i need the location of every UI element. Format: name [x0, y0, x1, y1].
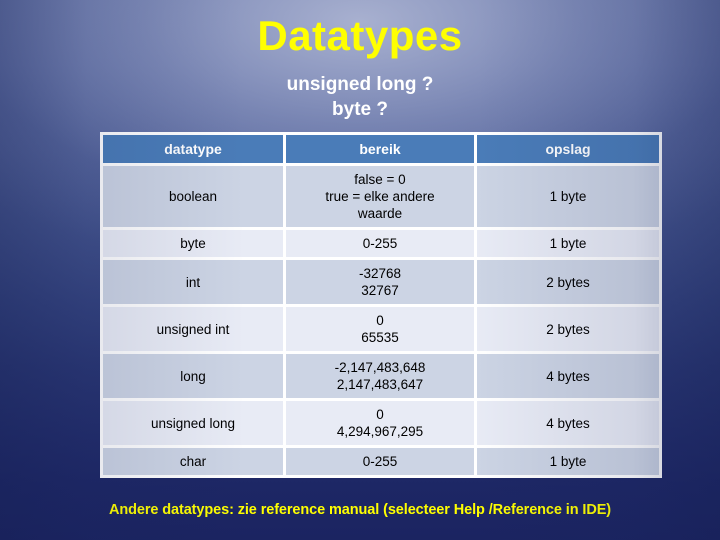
slide-canvas: Datatypes unsigned long ? byte ? datatyp… — [0, 0, 720, 540]
bereik-line: 0 — [376, 407, 384, 422]
bereik-line: false = 0 — [354, 172, 406, 187]
table-header-row: datatype bereik opslag — [103, 135, 659, 163]
cell-opslag: 1 byte — [477, 166, 659, 227]
bereik-line: true = elke andere — [325, 189, 435, 204]
cell-datatype: int — [103, 260, 283, 304]
column-header-datatype: datatype — [103, 135, 283, 163]
table-row: unsigned long 0 4,294,967,295 4 bytes — [103, 401, 659, 445]
table-header: datatype bereik opslag — [103, 135, 659, 163]
subtitle-line-2: byte ? — [332, 99, 388, 120]
slide-subtitle: unsigned long ? byte ? — [0, 72, 720, 122]
footer-note: Andere datatypes: zie reference manual (… — [108, 502, 611, 518]
cell-datatype: byte — [103, 230, 283, 257]
bereik-line: waarde — [357, 206, 403, 221]
cell-datatype: unsigned long — [103, 401, 283, 445]
table-row: int -32768 32767 2 bytes — [103, 260, 659, 304]
cell-datatype: char — [103, 448, 283, 475]
bereik-line: 0 — [376, 313, 384, 328]
cell-bereik: false = 0 true = elke andere waarde — [286, 166, 474, 227]
cell-datatype: unsigned int — [103, 307, 283, 351]
subtitle-line-1: unsigned long ? — [286, 74, 434, 95]
bereik-line: 65535 — [361, 330, 399, 345]
cell-bereik: -32768 32767 — [286, 260, 474, 304]
cell-bereik: -2,147,483,648 2,147,483,647 — [286, 354, 474, 398]
bereik-line: 0-255 — [362, 454, 398, 469]
cell-datatype: boolean — [103, 166, 283, 227]
bereik-line: 32767 — [361, 283, 399, 298]
cell-bereik: 0-255 — [286, 230, 474, 257]
bereik-line: -32768 — [358, 266, 402, 281]
table-row: boolean false = 0 true = elke andere waarde… — [103, 166, 659, 227]
cell-opslag: 2 bytes — [477, 260, 659, 304]
cell-opslag: 4 bytes — [477, 354, 659, 398]
cell-bereik: 0 4,294,967,295 — [286, 401, 474, 445]
table-row: unsigned int 0 65535 2 bytes — [103, 307, 659, 351]
table-body: boolean false = 0 true = elke andere waarde… — [103, 166, 659, 475]
table-row: byte 0-255 1 byte — [103, 230, 659, 257]
cell-opslag: 2 bytes — [477, 307, 659, 351]
bereik-line: 0-255 — [362, 236, 398, 251]
column-header-bereik: bereik — [286, 135, 474, 163]
bereik-line: 2,147,483,647 — [336, 377, 424, 392]
cell-opslag: 1 byte — [477, 230, 659, 257]
datatypes-table: datatype bereik opslag boolean false = 0 t… — [100, 132, 662, 478]
cell-datatype: long — [103, 354, 283, 398]
page-title: Datatypes — [257, 12, 463, 59]
bereik-line: -2,147,483,648 — [334, 360, 426, 375]
datatypes-table-container: datatype bereik opslag boolean false = 0 t… — [100, 132, 662, 478]
bereik-line: 4,294,967,295 — [336, 424, 424, 439]
cell-opslag: 1 byte — [477, 448, 659, 475]
cell-opslag: 4 bytes — [477, 401, 659, 445]
cell-bereik: 0 65535 — [286, 307, 474, 351]
table-row: char 0-255 1 byte — [103, 448, 659, 475]
column-header-opslag: opslag — [477, 135, 659, 163]
table-row: long -2,147,483,648 2,147,483,647 4 bytes — [103, 354, 659, 398]
cell-bereik: 0-255 — [286, 448, 474, 475]
